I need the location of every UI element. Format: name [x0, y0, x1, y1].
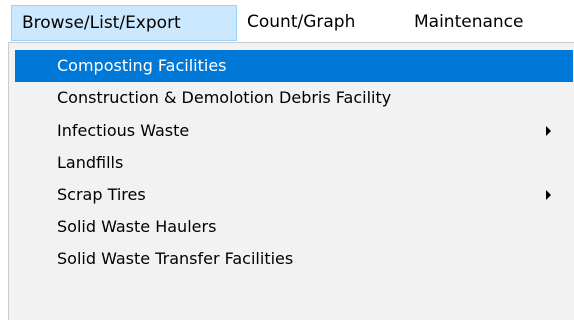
menu-item-label: Composting Facilities	[57, 56, 227, 75]
browse-list-export-dropdown: Composting Facilities Construction & Dem…	[8, 42, 574, 320]
menu-browse-list-export[interactable]: Browse/List/Export	[11, 5, 237, 41]
menu-count-graph[interactable]: Count/Graph	[247, 5, 397, 41]
menu-item-label: Solid Waste Haulers	[57, 217, 217, 236]
menu-item-solid-waste-transfer-facilities[interactable]: Solid Waste Transfer Facilities	[15, 243, 573, 275]
menu-item-label: Landfills	[57, 153, 124, 172]
menu-item-infectious-waste[interactable]: Infectious Waste	[15, 115, 573, 147]
menu-maintenance[interactable]: Maintenance	[414, 5, 564, 41]
menu-item-label: Infectious Waste	[57, 121, 190, 140]
menu-item-label: Construction & Demolotion Debris Facilit…	[57, 88, 392, 107]
menu-item-scrap-tires[interactable]: Scrap Tires	[15, 179, 573, 211]
menu-item-solid-waste-haulers[interactable]: Solid Waste Haulers	[15, 211, 573, 243]
menu-item-composting-facilities[interactable]: Composting Facilities	[15, 50, 573, 82]
menu-item-label: Solid Waste Transfer Facilities	[57, 249, 294, 268]
menu-item-construction-demolition-debris-facility[interactable]: Construction & Demolotion Debris Facilit…	[15, 82, 573, 114]
application-window: Browse/List/Export Count/Graph Maintenan…	[0, 0, 574, 320]
chevron-right-icon	[546, 126, 551, 136]
menu-item-landfills[interactable]: Landfills	[15, 147, 573, 179]
menu-bar: Browse/List/Export Count/Graph Maintenan…	[0, 0, 574, 42]
menu-item-label: Scrap Tires	[57, 185, 146, 204]
chevron-right-icon	[546, 190, 551, 200]
